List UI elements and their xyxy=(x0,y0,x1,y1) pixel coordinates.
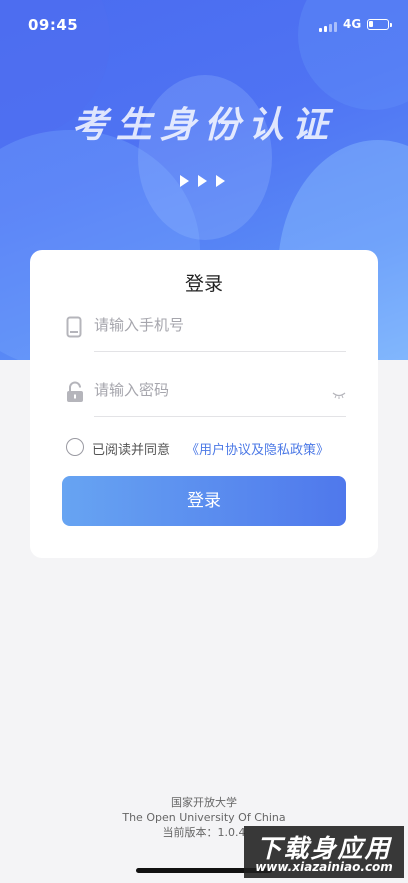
lock-icon xyxy=(66,381,84,407)
footer-org-en: The Open University Of China xyxy=(122,811,286,824)
watermark: 下载身应用 www.xiazainiao.com xyxy=(244,826,404,878)
phone-icon xyxy=(66,316,82,342)
password-field[interactable]: 请输入密码 xyxy=(62,367,346,417)
phone-field[interactable]: 请输入手机号 xyxy=(62,302,346,352)
arrows-icon xyxy=(180,175,230,189)
divider xyxy=(94,416,346,417)
network-type: 4G xyxy=(343,17,362,31)
hero-title: 考生身份认证 xyxy=(71,105,336,146)
signal-icon xyxy=(319,21,337,32)
watermark-url: www.xiazainiao.com xyxy=(255,860,393,874)
login-card: 登录 请输入手机号 请输入密码 已阅读并同意 《用户协议及隐私政策》 登录 xyxy=(30,250,378,558)
phone-input-placeholder: 请输入手机号 xyxy=(94,316,185,334)
status-bar: 09:45 4G xyxy=(0,0,408,50)
password-input-placeholder: 请输入密码 xyxy=(94,381,170,399)
battery-icon xyxy=(367,19,392,30)
card-title: 登录 xyxy=(184,273,223,295)
privacy-policy-link[interactable]: 《用户协议及隐私政策》 xyxy=(186,439,329,458)
eye-closed-icon[interactable] xyxy=(332,385,346,404)
divider xyxy=(94,351,346,352)
login-button[interactable]: 登录 xyxy=(62,476,346,526)
footer-org: 国家开放大学 xyxy=(171,796,237,809)
status-time: 09:45 xyxy=(28,16,79,34)
agree-text: 已阅读并同意 xyxy=(92,443,171,458)
agree-radio[interactable] xyxy=(66,438,84,456)
agreement-row: 已阅读并同意 《用户协议及隐私政策》 xyxy=(66,436,356,458)
